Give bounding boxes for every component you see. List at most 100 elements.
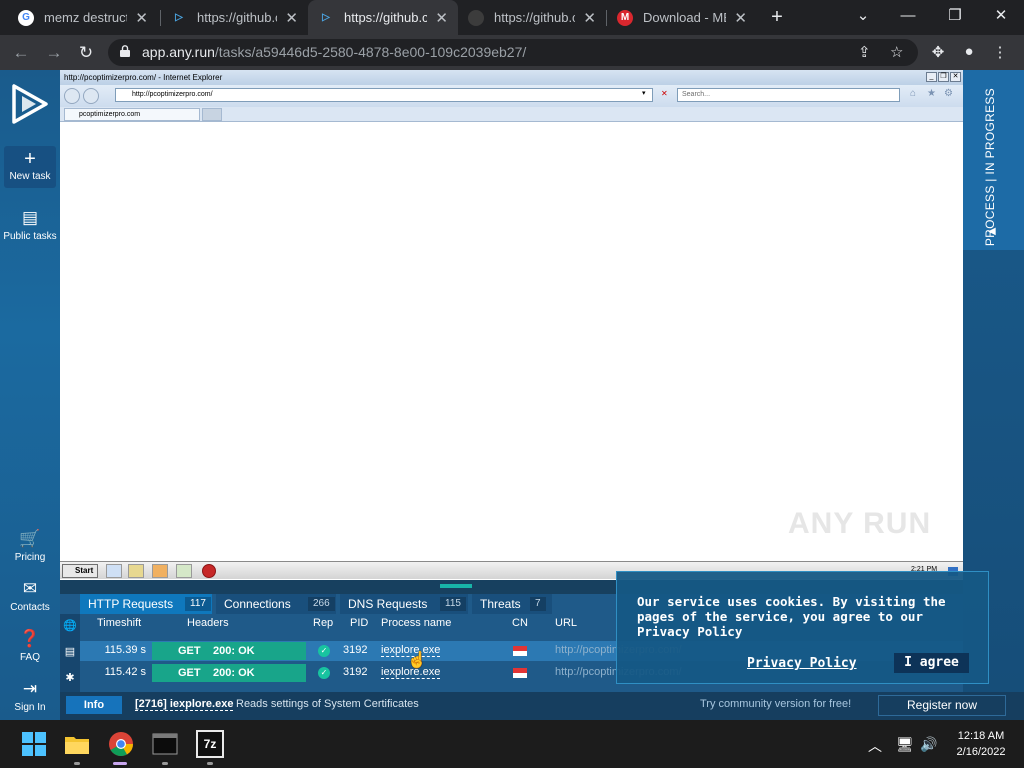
ie-stop-icon[interactable]: ✕	[661, 89, 668, 98]
back-icon[interactable]: ←	[9, 41, 33, 65]
col-url[interactable]: URL	[555, 617, 577, 629]
close-icon[interactable]: ✕	[135, 9, 148, 27]
pricing-button[interactable]: 🛒 Pricing	[0, 529, 60, 563]
ie-tab-pcoptimizerpro[interactable]: pcoptimizerpro.com	[64, 108, 200, 121]
profile-icon[interactable]: ●	[959, 43, 979, 63]
col-headers[interactable]: Headers	[187, 617, 229, 629]
running-indicator	[207, 762, 213, 765]
chrome-icon[interactable]	[107, 730, 135, 758]
extensions-icon[interactable]: ✥	[928, 43, 948, 63]
row-headers[interactable]: GET 200: OK	[152, 642, 306, 660]
tab-title: https://github.co	[197, 10, 277, 25]
ie-settings-icon[interactable]: ⚙	[944, 88, 953, 99]
ie-url-field[interactable]: http://pcoptimizerpro.com/	[115, 88, 653, 102]
vm-ie-icon[interactable]	[106, 564, 122, 578]
ie-minimize-icon[interactable]: _	[926, 72, 937, 82]
bug-icon[interactable]: ✱	[63, 671, 77, 685]
col-timeshift[interactable]: Timeshift	[97, 617, 141, 629]
info-button[interactable]: Info	[66, 696, 122, 714]
terminal-icon[interactable]	[151, 730, 179, 758]
ie-new-tab[interactable]	[202, 108, 222, 121]
browser-tab-2[interactable]: ▷ https://github.co ✕	[161, 0, 308, 35]
chevron-up-icon[interactable]: ︿	[868, 736, 882, 756]
privacy-policy-link[interactable]: Privacy Policy	[747, 656, 857, 671]
running-indicator	[162, 762, 168, 765]
ie-dropdown-icon[interactable]: ▾	[642, 89, 646, 97]
cart-icon: 🛒	[19, 529, 41, 548]
ie-address-row: http://pcoptimizerpro.com/ ▾ ✕ Search...…	[60, 85, 963, 107]
col-process-name[interactable]: Process name	[381, 617, 451, 629]
faq-button[interactable]: ❓ FAQ	[0, 629, 60, 663]
7zip-icon[interactable]: 7z	[196, 730, 224, 758]
tab-connections[interactable]: Connections 266	[216, 594, 336, 614]
sign-in-button[interactable]: ⇥ Sign In	[0, 679, 60, 713]
tab-count: 117	[185, 597, 211, 611]
cookie-message: Our service uses cookies. By visiting th…	[637, 594, 946, 639]
ie-restore-icon[interactable]: ❐	[938, 72, 949, 82]
tab-count: 266	[308, 597, 335, 611]
ie-search-field[interactable]: Search...	[677, 88, 900, 102]
col-rep[interactable]: Rep	[313, 617, 333, 629]
tab-dns-requests[interactable]: DNS Requests 115	[340, 594, 468, 614]
browser-tab-3[interactable]: ▷ https://github.co ✕	[308, 0, 458, 35]
tab-label: HTTP Requests	[88, 597, 174, 611]
status-process[interactable]: [2716] iexplore.exe	[135, 698, 234, 711]
file-icon[interactable]: ▤	[63, 645, 77, 659]
close-icon[interactable]: ✕	[435, 9, 448, 27]
browser-tab-1[interactable]: G memz destructi ✕	[8, 0, 158, 35]
close-icon[interactable]: ✕	[734, 9, 747, 27]
country-flag-icon	[513, 668, 527, 678]
col-pid[interactable]: PID	[350, 617, 368, 629]
row-headers[interactable]: GET 200: OK	[152, 664, 306, 682]
share-icon[interactable]: ⇪	[858, 43, 871, 61]
network-icon[interactable]: 🖥	[896, 736, 914, 753]
ie-close-icon[interactable]: ✕	[950, 72, 961, 82]
close-icon[interactable]: ✕	[583, 9, 596, 27]
browser-tab-5[interactable]: M Download - ME ✕	[607, 0, 757, 35]
file-explorer-icon[interactable]	[63, 730, 91, 758]
volume-icon[interactable]: 🔊	[920, 736, 937, 753]
sign-in-icon: ⇥	[22, 679, 38, 698]
bookmark-star-icon[interactable]: ☆	[890, 43, 903, 61]
close-icon[interactable]: ✕	[285, 9, 298, 27]
address-url: app.any.run/tasks/a59446d5-2580-4878-8e0…	[142, 44, 527, 60]
lock-icon	[120, 45, 130, 57]
vm-chrome-icon[interactable]	[176, 564, 192, 578]
vm-folder-icon[interactable]	[128, 564, 144, 578]
register-button[interactable]: Register now	[878, 695, 1006, 716]
address-bar[interactable]: app.any.run/tasks/a59446d5-2580-4878-8e0…	[108, 39, 918, 66]
new-task-button[interactable]: + New task	[4, 146, 56, 188]
tab-search-icon[interactable]: ⌄	[843, 4, 883, 28]
country-flag-icon	[513, 646, 527, 656]
restore-icon[interactable]: ❐	[935, 4, 975, 28]
ie-forward-icon[interactable]	[83, 88, 99, 104]
ie-titlebar: http://pcoptimizerpro.com/ - Internet Ex…	[60, 70, 963, 85]
agree-button[interactable]: I agree	[894, 653, 969, 673]
plus-icon: +	[24, 148, 36, 170]
col-cn[interactable]: CN	[512, 617, 528, 629]
minimize-icon[interactable]: —	[888, 4, 928, 28]
system-clock[interactable]: 12:18 AM 2/16/2022	[946, 728, 1016, 760]
public-tasks-button[interactable]: ▤ Public tasks	[0, 208, 60, 242]
close-window-icon[interactable]: ✕	[981, 4, 1021, 28]
anyrun-logo[interactable]	[8, 82, 52, 126]
ie-back-icon[interactable]	[64, 88, 80, 104]
ie-home-icon[interactable]: ⌂	[910, 88, 916, 99]
tab-threats[interactable]: Threats 7	[472, 594, 552, 614]
row-time: 115.39 s	[104, 644, 146, 656]
vm-ie-window[interactable]: http://pcoptimizerpro.com/ - Internet Ex…	[60, 70, 963, 580]
community-link[interactable]: Try community version for free!	[700, 698, 851, 710]
vm-media-icon[interactable]	[152, 564, 168, 578]
vm-warning-icon[interactable]	[202, 564, 216, 578]
vm-start-button[interactable]: Start	[62, 564, 98, 578]
tab-http-requests[interactable]: HTTP Requests 117	[80, 594, 212, 614]
windows-start-icon[interactable]	[20, 730, 48, 758]
menu-icon[interactable]: ⋮	[990, 43, 1010, 63]
globe-icon[interactable]: 🌐	[63, 619, 77, 633]
forward-icon[interactable]: →	[42, 41, 66, 65]
new-tab-icon[interactable]: +	[766, 6, 788, 28]
contacts-button[interactable]: ✉ Contacts	[0, 579, 60, 613]
browser-tab-4[interactable]: https://github.co ✕	[458, 0, 606, 35]
ie-favorites-icon[interactable]: ★	[927, 88, 936, 99]
reload-icon[interactable]: ↻	[74, 41, 98, 65]
